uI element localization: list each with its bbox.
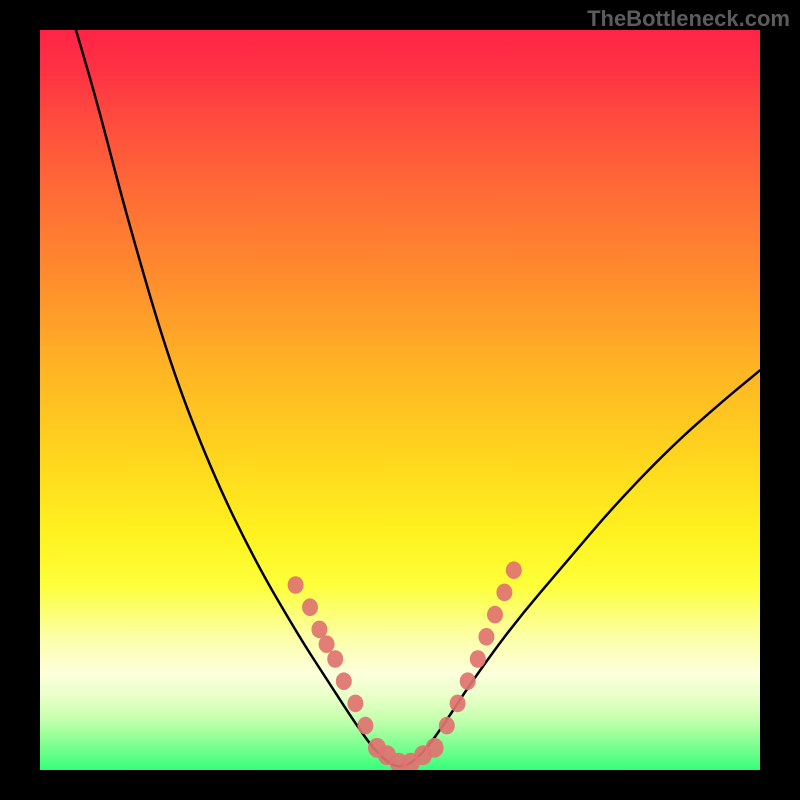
data-marker (357, 717, 373, 735)
data-marker (311, 621, 327, 639)
data-marker (450, 695, 466, 713)
curve-layer (40, 30, 760, 770)
data-marker (302, 598, 318, 616)
data-marker (288, 576, 304, 594)
data-marker (336, 672, 352, 690)
data-marker (439, 717, 455, 735)
watermark-label: TheBottleneck.com (587, 6, 790, 32)
data-marker (506, 561, 522, 579)
bottleneck-curve (76, 30, 760, 766)
data-marker (478, 628, 494, 646)
data-markers (288, 561, 522, 770)
data-marker (460, 672, 476, 690)
data-marker (470, 650, 486, 668)
data-marker (319, 635, 335, 653)
data-marker (347, 695, 363, 713)
data-marker (426, 738, 444, 758)
data-marker (496, 584, 512, 602)
chart-frame: TheBottleneck.com (0, 0, 800, 800)
data-marker (327, 650, 343, 668)
plot-area (40, 30, 760, 770)
data-marker (487, 606, 503, 624)
